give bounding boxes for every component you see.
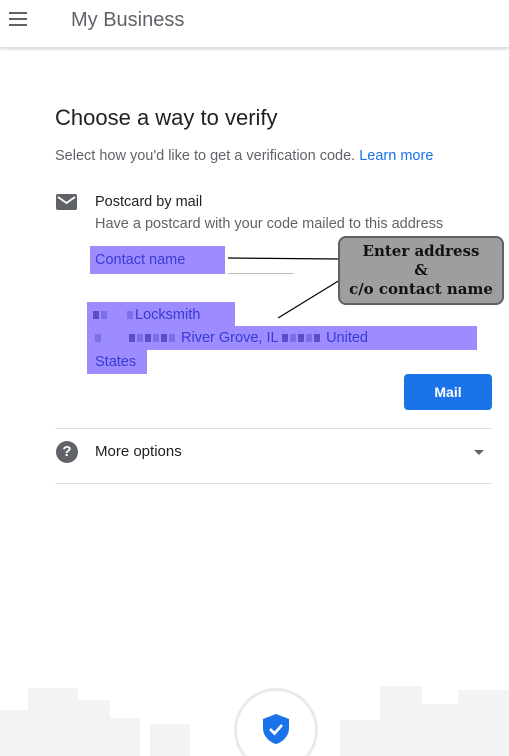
redacted-text (314, 334, 321, 343)
address-business-name: Locksmith (87, 302, 235, 326)
caret-down-icon[interactable] (474, 450, 484, 455)
mail-button[interactable]: Mail (404, 374, 492, 410)
contact-input-underline (228, 273, 294, 274)
annotation-callout: Enter address & c/o contact name (338, 236, 504, 305)
shield-check-icon (263, 714, 289, 744)
redacted-text (306, 334, 313, 343)
postcard-option-title: Postcard by mail (95, 194, 203, 210)
app-title: My Business (71, 9, 185, 31)
divider (55, 483, 492, 484)
address-street-line: River Grove, IL United (87, 326, 477, 350)
address-country: United (326, 330, 368, 346)
callout-line: c/o contact name (349, 280, 493, 298)
mail-icon (56, 194, 77, 210)
learn-more-link[interactable]: Learn more (359, 148, 433, 164)
address-country-line: States (87, 350, 147, 374)
contact-name-input[interactable]: Contact name (90, 246, 225, 274)
help-icon: ? (56, 441, 78, 463)
redacted-text (145, 334, 151, 343)
callout-line: & (414, 261, 428, 279)
redacted-text (93, 311, 99, 320)
redacted-text (298, 334, 305, 343)
redacted-text (161, 334, 167, 343)
app-bar: My Business (0, 0, 509, 48)
address-city: River Grove, IL (181, 330, 278, 346)
redacted-text (137, 334, 143, 343)
more-options-label[interactable]: More options (95, 443, 182, 460)
page-title: Choose a way to verify (55, 105, 278, 130)
redacted-text (95, 334, 101, 343)
redacted-text (282, 334, 289, 343)
redacted-text (153, 334, 159, 343)
redacted-text (101, 311, 107, 320)
postcard-option-description: Have a postcard with your code mailed to… (95, 216, 444, 232)
divider (55, 428, 492, 429)
redacted-text (129, 334, 135, 343)
subtitle-text: Select how you'd like to get a verificat… (55, 148, 356, 164)
redacted-text (290, 334, 297, 343)
redacted-text (127, 311, 134, 320)
menu-icon[interactable] (9, 12, 29, 28)
callout-line: Enter address (362, 242, 480, 260)
redacted-text (169, 334, 175, 343)
business-name: Locksmith (135, 307, 201, 323)
page-subtitle: Select how you'd like to get a verificat… (55, 148, 433, 164)
